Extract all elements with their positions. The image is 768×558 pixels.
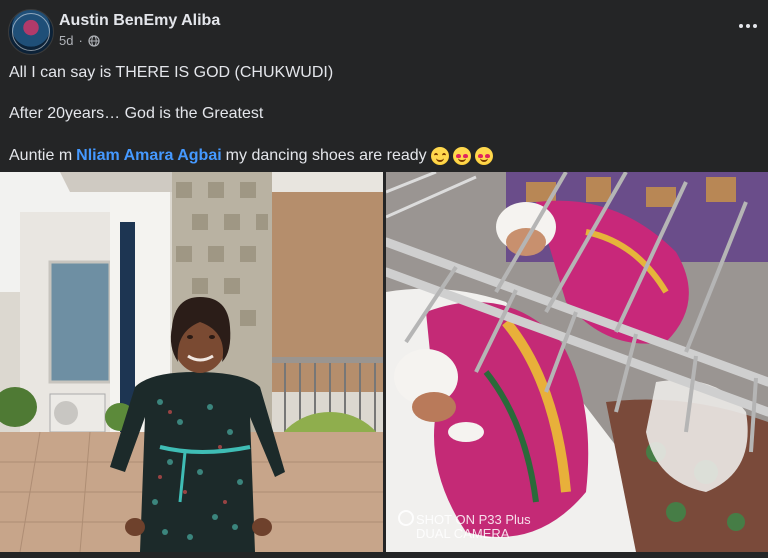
photo-babies-cot[interactable]: SHOT ON P33 Plus DUAL CAMERA (386, 172, 768, 552)
author-name[interactable]: Austin BenEmy Aliba (59, 12, 220, 30)
watermark-line-2: DUAL CAMERA (416, 526, 510, 541)
photo-babies-illustration (386, 172, 768, 552)
mention-link[interactable]: Nliam Amara Agbai (76, 147, 222, 165)
smiling-face-with-hearts-icon (452, 147, 471, 165)
post-header: Austin BenEmy Aliba 5d · (0, 0, 768, 60)
post-meta: 5d · (59, 33, 100, 48)
photo-grid: SHOT ON P33 Plus DUAL CAMERA (0, 172, 768, 558)
post-time[interactable]: 5d (59, 33, 73, 48)
smiling-face-icon (430, 147, 449, 165)
author-avatar[interactable] (8, 9, 54, 55)
smiling-face-with-hearts-icon (474, 147, 493, 165)
post-text-line-2: After 20years… God is the Greatest (9, 105, 264, 122)
post-text-prefix: Auntie m (9, 147, 73, 164)
camera-watermark: SHOT ON P33 Plus DUAL CAMERA (398, 510, 531, 541)
post-text-line-1: All I can say is THERE IS GOD (CHUKWUDI) (9, 64, 334, 81)
more-options-icon[interactable] (736, 14, 760, 38)
photo-woman-house[interactable] (0, 172, 383, 552)
photo-woman-illustration (0, 172, 383, 552)
meta-separator: · (78, 33, 83, 48)
globe-icon[interactable] (88, 34, 100, 47)
post-text-line-3: Auntie m Nliam Amara Agbai my dancing sh… (9, 147, 493, 165)
watermark-line-1: SHOT ON P33 Plus (416, 512, 531, 527)
camera-watermark-icon (398, 510, 414, 526)
post-text-suffix: my dancing shoes are ready (225, 147, 427, 164)
